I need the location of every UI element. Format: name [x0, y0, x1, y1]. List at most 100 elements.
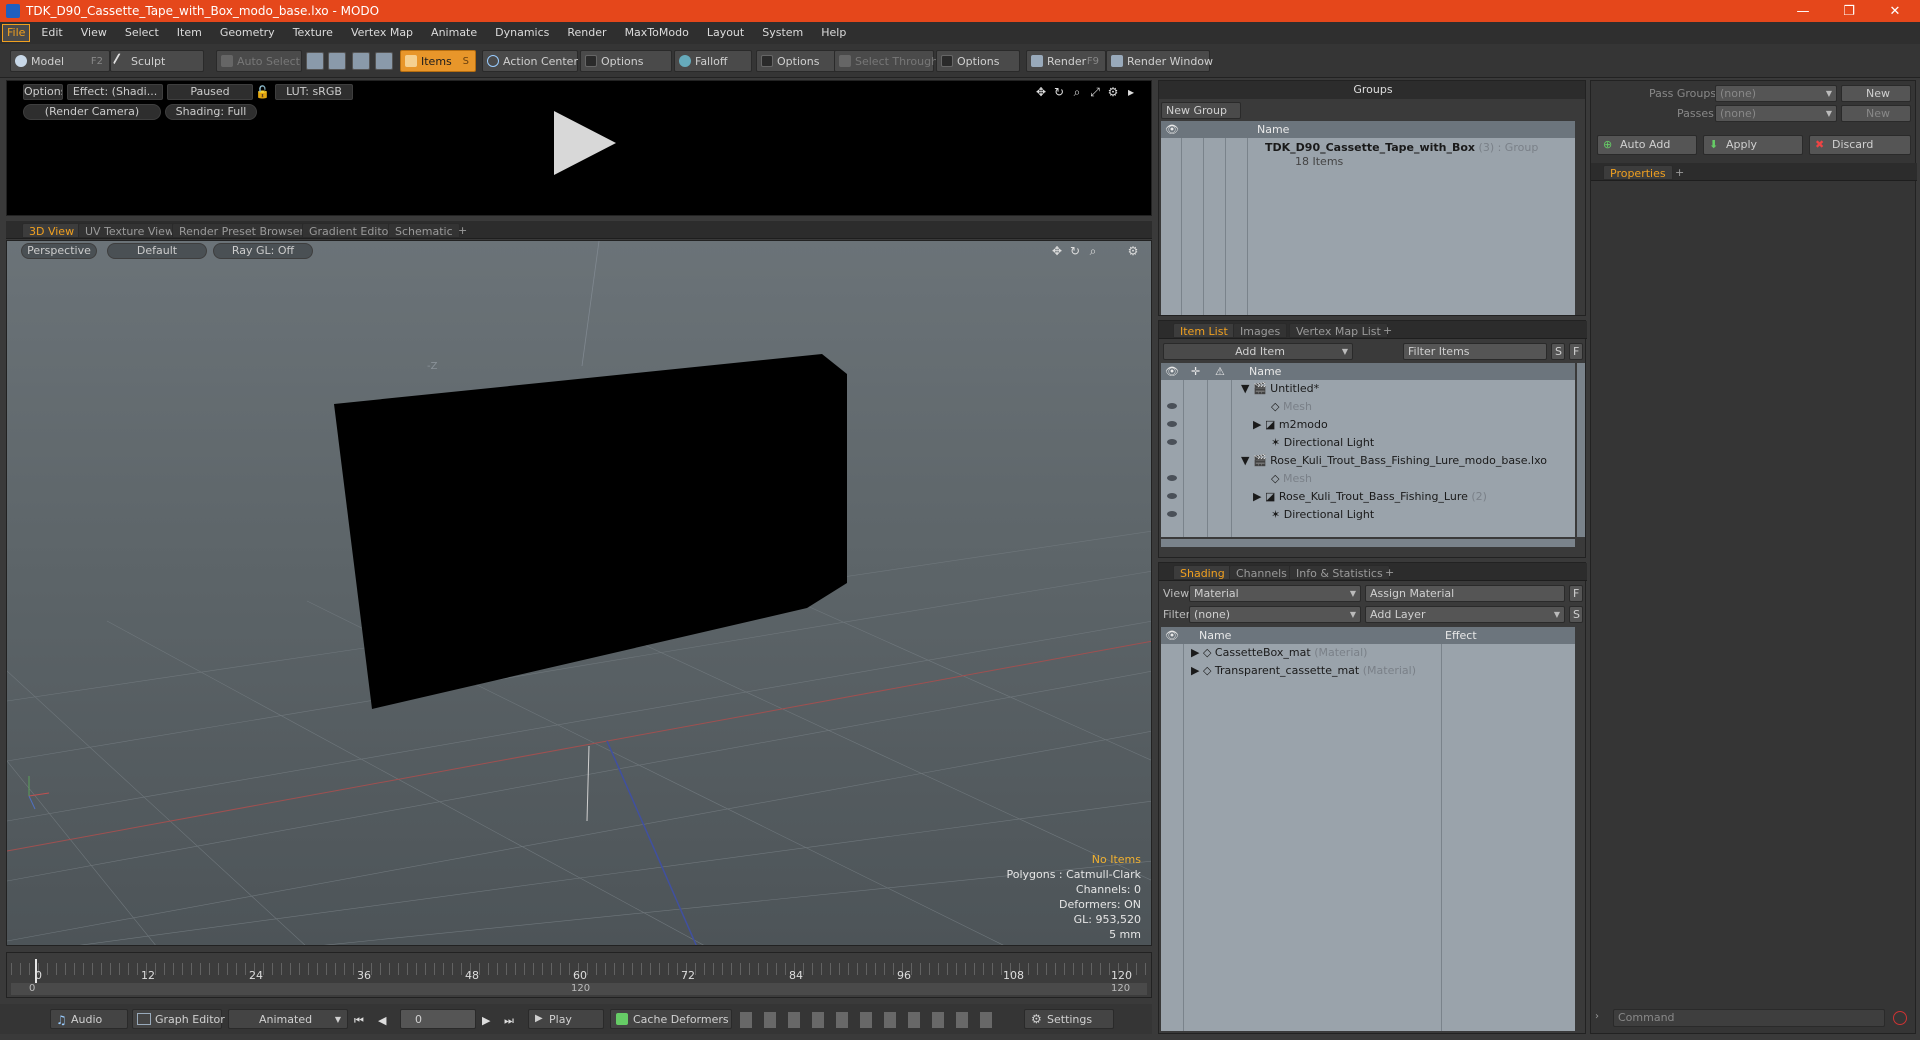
visibility-eye-icon[interactable]	[1167, 421, 1177, 427]
menu-view[interactable]: View	[72, 22, 116, 44]
groups-list[interactable]: 👁 Name TDK_D90_Cassette_Tape_with_Box (3…	[1161, 121, 1575, 315]
render-window-button[interactable]: Render Window	[1106, 50, 1213, 72]
add-tab-button[interactable]: +	[452, 223, 473, 238]
preview-paused-button[interactable]: Paused	[167, 84, 253, 100]
skip-start-icon[interactable]: ⏮	[354, 1014, 364, 1028]
item-tree[interactable]: 👁 ✛ ⚠ Name ▼ 🎬 Untitled* ◇ Mesh ▶ ◪ m2mo…	[1161, 363, 1575, 537]
skip-end-icon[interactable]: ⏭	[504, 1014, 514, 1028]
orbit-icon[interactable]: ↻	[1069, 245, 1081, 257]
shading-s-button[interactable]: S	[1569, 606, 1583, 623]
tab-gradient-editor[interactable]: Gradient Editor	[302, 223, 400, 238]
add-layer-dropdown[interactable]: Add Layer ▼	[1365, 606, 1565, 623]
vertices-mode-icon[interactable]	[306, 52, 324, 70]
tree-row-untitled[interactable]: ▼ 🎬 Untitled*	[1241, 380, 1319, 398]
passes-dropdown[interactable]: (none) ▼	[1715, 105, 1837, 122]
action-center-options-button[interactable]: Options	[580, 50, 672, 72]
auto-add-button[interactable]: ⊕ Auto Add	[1597, 135, 1697, 155]
menu-layout[interactable]: Layout	[698, 22, 753, 44]
tab-schematic[interactable]: Schematic	[388, 223, 460, 238]
play-icon[interactable]	[554, 111, 616, 175]
model-mode-button[interactable]: Model F2	[10, 50, 110, 72]
discard-button[interactable]: ✖ Discard	[1809, 135, 1911, 155]
gear-icon[interactable]: ⚙	[1107, 86, 1119, 98]
tab-render-preset-browser[interactable]: Render Preset Browser	[172, 223, 312, 238]
action-center-button[interactable]: Action Center	[482, 50, 578, 72]
tree-row-mesh[interactable]: ◇ Mesh	[1271, 398, 1312, 416]
assign-material-button[interactable]: Assign Material	[1365, 585, 1565, 602]
select-through-button[interactable]: Select Through	[834, 50, 938, 72]
tree-row-m2modo[interactable]: ▶ ◪ m2modo	[1253, 416, 1328, 434]
step-back-icon[interactable]: ◀	[378, 1014, 386, 1027]
search-options-s-button[interactable]: S	[1551, 343, 1565, 360]
item-list-hscrollbar[interactable]	[1161, 539, 1575, 547]
tree-row-mesh-2[interactable]: ◇ Mesh	[1271, 470, 1312, 488]
lut-dropdown[interactable]: LUT: sRGB	[275, 84, 353, 100]
menu-geometry[interactable]: Geometry	[211, 22, 284, 44]
step-forward-icon[interactable]: ▶	[482, 1014, 490, 1027]
material-row-transparent-cassette[interactable]: ▶ ◇ Transparent_cassette_mat (Material)	[1191, 662, 1416, 680]
apply-button[interactable]: ⬇ Apply	[1703, 135, 1803, 155]
shader-tree[interactable]: 👁 Name Effect ▶ ◇ CassetteBox_mat (Mater…	[1161, 627, 1575, 1031]
view-dropdown[interactable]: Material ▼	[1189, 585, 1361, 602]
add-item-dropdown[interactable]: Add Item ▼	[1163, 343, 1353, 360]
visibility-eye-icon[interactable]	[1167, 403, 1177, 409]
menu-texture[interactable]: Texture	[284, 22, 342, 44]
polygons-mode-icon[interactable]	[352, 52, 370, 70]
perspective-dropdown[interactable]: Perspective	[21, 243, 97, 259]
zoom-icon[interactable]: ⌕	[1071, 86, 1083, 98]
new-pass-button[interactable]: New	[1841, 105, 1911, 122]
sculpt-mode-button[interactable]: Sculpt	[110, 50, 204, 72]
filter-dropdown[interactable]: (none) ▼	[1189, 606, 1361, 623]
key-tools-icons[interactable]	[740, 1012, 1000, 1028]
item-list-scrollbar[interactable]	[1577, 363, 1585, 537]
tab-vertex-map-list[interactable]: Vertex Map List	[1289, 323, 1388, 338]
material-row-cassettebox[interactable]: ▶ ◇ CassetteBox_mat (Material)	[1191, 644, 1367, 662]
chevron-right-icon[interactable]: ▸	[1125, 86, 1137, 98]
menu-file[interactable]: File	[2, 24, 31, 42]
play-button[interactable]: ▶ Play	[528, 1009, 604, 1029]
command-history-icon[interactable]	[1893, 1011, 1907, 1025]
render-button[interactable]: Render F9	[1026, 50, 1106, 72]
preview-effect-dropdown[interactable]: Effect: (Shadi...	[67, 84, 163, 100]
cassette-box-mesh[interactable]	[334, 354, 847, 709]
items-mode-button[interactable]: Items S	[400, 50, 476, 72]
tree-row-directional-light-2[interactable]: ✶ Directional Light	[1271, 506, 1374, 524]
menu-animate[interactable]: Animate	[422, 22, 486, 44]
maximize-icon[interactable]: ⤢	[1089, 86, 1101, 98]
menu-item[interactable]: Item	[168, 22, 211, 44]
move-icon[interactable]: ✥	[1035, 86, 1047, 98]
add-tab-button[interactable]: +	[1379, 565, 1400, 580]
shading-dropdown[interactable]: Shading: Full	[165, 104, 257, 120]
tab-item-list[interactable]: Item List	[1173, 323, 1235, 338]
menu-vertex-map[interactable]: Vertex Map	[342, 22, 422, 44]
tree-row-rose-kuli-scene[interactable]: ▼ 🎬 Rose_Kuli_Trout_Bass_Fishing_Lure_mo…	[1241, 452, 1547, 470]
filter-options-f-button[interactable]: F	[1569, 343, 1583, 360]
select-through-options-button[interactable]: Options	[936, 50, 1020, 72]
edges-mode-icon[interactable]	[328, 52, 346, 70]
menu-help[interactable]: Help	[812, 22, 855, 44]
timeline[interactable]: 0 12 24 36 48 60 72 84 96 108 120 0 120 …	[6, 952, 1152, 998]
settings-button[interactable]: ⚙ Settings	[1024, 1009, 1114, 1029]
3d-viewport[interactable]: -Z Perspective Default Ray GL: Off ✥ ↻ ⌕…	[6, 240, 1152, 946]
pan-icon[interactable]: ✥	[1051, 245, 1063, 257]
tree-row-directional-light[interactable]: ✶ Directional Light	[1271, 434, 1374, 452]
materials-mode-icon[interactable]	[375, 52, 393, 70]
tab-uv-texture-view[interactable]: UV Texture View	[78, 223, 181, 238]
visibility-eye-icon[interactable]	[1167, 475, 1177, 481]
falloff-options-button[interactable]: Options	[756, 50, 836, 72]
minimize-button[interactable]: —	[1780, 0, 1826, 22]
graph-editor-button[interactable]: Graph Editor	[132, 1009, 225, 1029]
add-tab-button[interactable]: +	[1669, 165, 1690, 180]
tab-3d-view[interactable]: 3D View	[22, 223, 82, 238]
tab-shading[interactable]: Shading	[1173, 565, 1232, 580]
new-group-button[interactable]: New Group	[1161, 102, 1241, 119]
new-pass-group-button[interactable]: New	[1841, 85, 1911, 102]
menu-maxtomodo[interactable]: MaxToModo	[616, 22, 698, 44]
filter-items-input[interactable]: Filter Items	[1403, 343, 1547, 360]
pass-groups-dropdown[interactable]: (none) ▼	[1715, 85, 1837, 102]
tab-images[interactable]: Images	[1233, 323, 1288, 338]
menu-dynamics[interactable]: Dynamics	[486, 22, 558, 44]
lock-icon[interactable]: 🔓	[255, 86, 270, 98]
tab-properties[interactable]: Properties	[1603, 165, 1673, 180]
visibility-eye-icon[interactable]	[1167, 511, 1177, 517]
